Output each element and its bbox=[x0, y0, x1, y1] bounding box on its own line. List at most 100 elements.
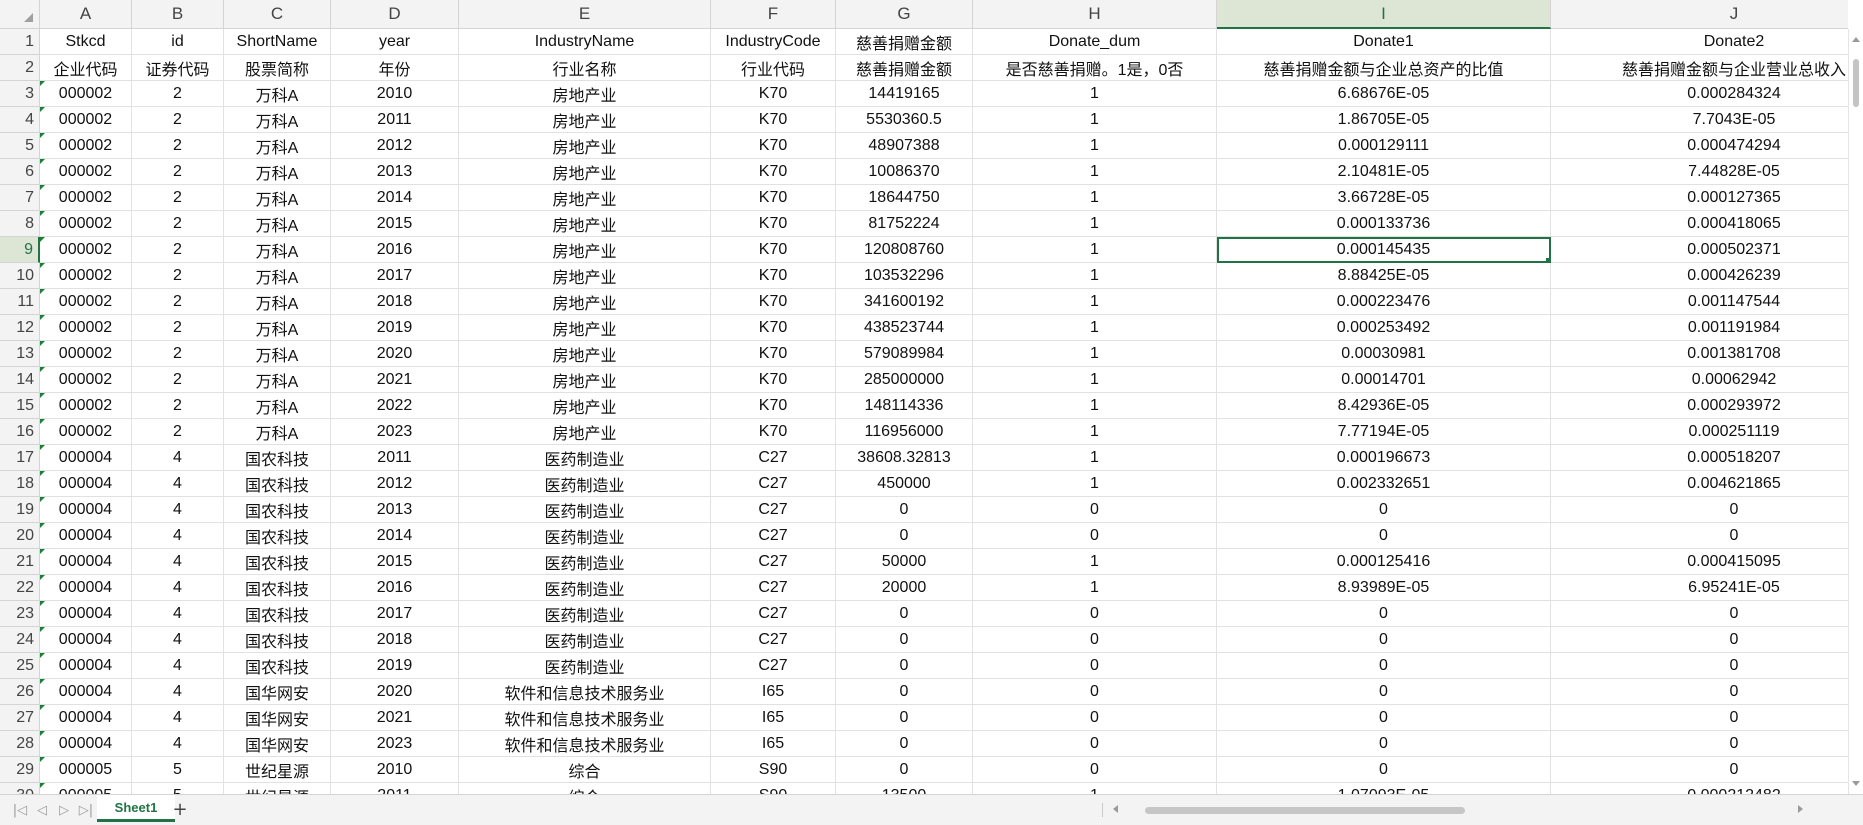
cell-e7[interactable]: 房地产业 bbox=[459, 185, 711, 211]
cell-g22[interactable]: 20000 bbox=[836, 575, 973, 601]
cell-g21[interactable]: 50000 bbox=[836, 549, 973, 575]
cell-f7[interactable]: K70 bbox=[711, 185, 836, 211]
cell-i9[interactable]: 0.000145435 bbox=[1217, 237, 1551, 263]
cell-f8[interactable]: K70 bbox=[711, 211, 836, 237]
cell-g13[interactable]: 579089984 bbox=[836, 341, 973, 367]
cell-e2[interactable]: 行业名称 bbox=[459, 55, 711, 81]
cell-h19[interactable]: 0 bbox=[973, 497, 1217, 523]
cell-b20[interactable]: 4 bbox=[132, 523, 224, 549]
cell-f22[interactable]: C27 bbox=[711, 575, 836, 601]
cell-g23[interactable]: 0 bbox=[836, 601, 973, 627]
cell-h7[interactable]: 1 bbox=[973, 185, 1217, 211]
row-header-23[interactable]: 23 bbox=[0, 601, 40, 627]
cell-d3[interactable]: 2010 bbox=[331, 81, 459, 107]
cell-i21[interactable]: 0.000125416 bbox=[1217, 549, 1551, 575]
cell-i8[interactable]: 0.000133736 bbox=[1217, 211, 1551, 237]
cell-j13[interactable]: 0.001381708 bbox=[1551, 341, 1848, 367]
cell-f25[interactable]: C27 bbox=[711, 653, 836, 679]
row-header-22[interactable]: 22 bbox=[0, 575, 40, 601]
cell-b29[interactable]: 5 bbox=[132, 757, 224, 783]
cell-j1[interactable]: Donate2 bbox=[1551, 29, 1848, 55]
cell-e27[interactable]: 软件和信息技术服务业 bbox=[459, 705, 711, 731]
cell-b16[interactable]: 2 bbox=[132, 419, 224, 445]
cell-e26[interactable]: 软件和信息技术服务业 bbox=[459, 679, 711, 705]
cell-a26[interactable]: 000004 bbox=[40, 679, 132, 705]
cell-e16[interactable]: 房地产业 bbox=[459, 419, 711, 445]
cell-c20[interactable]: 国农科技 bbox=[224, 523, 331, 549]
cell-j24[interactable]: 0 bbox=[1551, 627, 1848, 653]
cell-d17[interactable]: 2011 bbox=[331, 445, 459, 471]
cell-d30[interactable]: 2011 bbox=[331, 783, 459, 794]
cell-j19[interactable]: 0 bbox=[1551, 497, 1848, 523]
cell-b5[interactable]: 2 bbox=[132, 133, 224, 159]
cell-j15[interactable]: 0.000293972 bbox=[1551, 393, 1848, 419]
cell-h5[interactable]: 1 bbox=[973, 133, 1217, 159]
cell-b23[interactable]: 4 bbox=[132, 601, 224, 627]
cell-g19[interactable]: 0 bbox=[836, 497, 973, 523]
cell-h8[interactable]: 1 bbox=[973, 211, 1217, 237]
cell-h15[interactable]: 1 bbox=[973, 393, 1217, 419]
column-header-j[interactable]: J bbox=[1551, 0, 1848, 29]
cell-b19[interactable]: 4 bbox=[132, 497, 224, 523]
cell-j27[interactable]: 0 bbox=[1551, 705, 1848, 731]
cell-c4[interactable]: 万科A bbox=[224, 107, 331, 133]
cell-h26[interactable]: 0 bbox=[973, 679, 1217, 705]
cell-i27[interactable]: 0 bbox=[1217, 705, 1551, 731]
cell-a16[interactable]: 000002 bbox=[40, 419, 132, 445]
row-header-28[interactable]: 28 bbox=[0, 731, 40, 757]
cell-g26[interactable]: 0 bbox=[836, 679, 973, 705]
row-header-20[interactable]: 20 bbox=[0, 523, 40, 549]
cell-i24[interactable]: 0 bbox=[1217, 627, 1551, 653]
cell-c11[interactable]: 万科A bbox=[224, 289, 331, 315]
cell-a25[interactable]: 000004 bbox=[40, 653, 132, 679]
cell-g28[interactable]: 0 bbox=[836, 731, 973, 757]
column-header-i[interactable]: I bbox=[1217, 0, 1551, 29]
cell-a28[interactable]: 000004 bbox=[40, 731, 132, 757]
add-sheet-button[interactable]: + bbox=[171, 799, 189, 820]
cell-e17[interactable]: 医药制造业 bbox=[459, 445, 711, 471]
cell-e30[interactable]: 综合 bbox=[459, 783, 711, 794]
cell-f28[interactable]: I65 bbox=[711, 731, 836, 757]
cell-j14[interactable]: 0.00062942 bbox=[1551, 367, 1848, 393]
cell-g11[interactable]: 341600192 bbox=[836, 289, 973, 315]
cell-b24[interactable]: 4 bbox=[132, 627, 224, 653]
cell-g2[interactable]: 慈善捐赠金额 bbox=[836, 55, 973, 81]
cell-g20[interactable]: 0 bbox=[836, 523, 973, 549]
cell-b12[interactable]: 2 bbox=[132, 315, 224, 341]
cell-f4[interactable]: K70 bbox=[711, 107, 836, 133]
cell-c19[interactable]: 国农科技 bbox=[224, 497, 331, 523]
cell-e29[interactable]: 综合 bbox=[459, 757, 711, 783]
cell-h12[interactable]: 1 bbox=[973, 315, 1217, 341]
row-header-3[interactable]: 3 bbox=[0, 81, 40, 107]
cell-h20[interactable]: 0 bbox=[973, 523, 1217, 549]
row-header-17[interactable]: 17 bbox=[0, 445, 40, 471]
cell-g10[interactable]: 103532296 bbox=[836, 263, 973, 289]
row-header-13[interactable]: 13 bbox=[0, 341, 40, 367]
scroll-right-icon[interactable] bbox=[1798, 805, 1803, 813]
row-header-2[interactable]: 2 bbox=[0, 55, 40, 81]
column-header-f[interactable]: F bbox=[711, 0, 836, 29]
cell-g7[interactable]: 18644750 bbox=[836, 185, 973, 211]
column-header-b[interactable]: B bbox=[132, 0, 224, 29]
cell-i1[interactable]: Donate1 bbox=[1217, 29, 1551, 55]
cell-d24[interactable]: 2018 bbox=[331, 627, 459, 653]
cell-d13[interactable]: 2020 bbox=[331, 341, 459, 367]
cell-i2[interactable]: 慈善捐赠金额与企业总资产的比值 bbox=[1217, 55, 1551, 81]
cell-j4[interactable]: 7.7043E-05 bbox=[1551, 107, 1848, 133]
cell-c5[interactable]: 万科A bbox=[224, 133, 331, 159]
cell-e9[interactable]: 房地产业 bbox=[459, 237, 711, 263]
cell-h3[interactable]: 1 bbox=[973, 81, 1217, 107]
cell-j22[interactable]: 6.95241E-05 bbox=[1551, 575, 1848, 601]
cell-d1[interactable]: year bbox=[331, 29, 459, 55]
cell-i17[interactable]: 0.000196673 bbox=[1217, 445, 1551, 471]
cell-c12[interactable]: 万科A bbox=[224, 315, 331, 341]
scroll-up-icon[interactable] bbox=[1852, 37, 1860, 42]
cell-f19[interactable]: C27 bbox=[711, 497, 836, 523]
cell-g25[interactable]: 0 bbox=[836, 653, 973, 679]
cell-b30[interactable]: 5 bbox=[132, 783, 224, 794]
cell-f12[interactable]: K70 bbox=[711, 315, 836, 341]
cell-i6[interactable]: 2.10481E-05 bbox=[1217, 159, 1551, 185]
cell-a27[interactable]: 000004 bbox=[40, 705, 132, 731]
cell-f15[interactable]: K70 bbox=[711, 393, 836, 419]
cell-c25[interactable]: 国农科技 bbox=[224, 653, 331, 679]
